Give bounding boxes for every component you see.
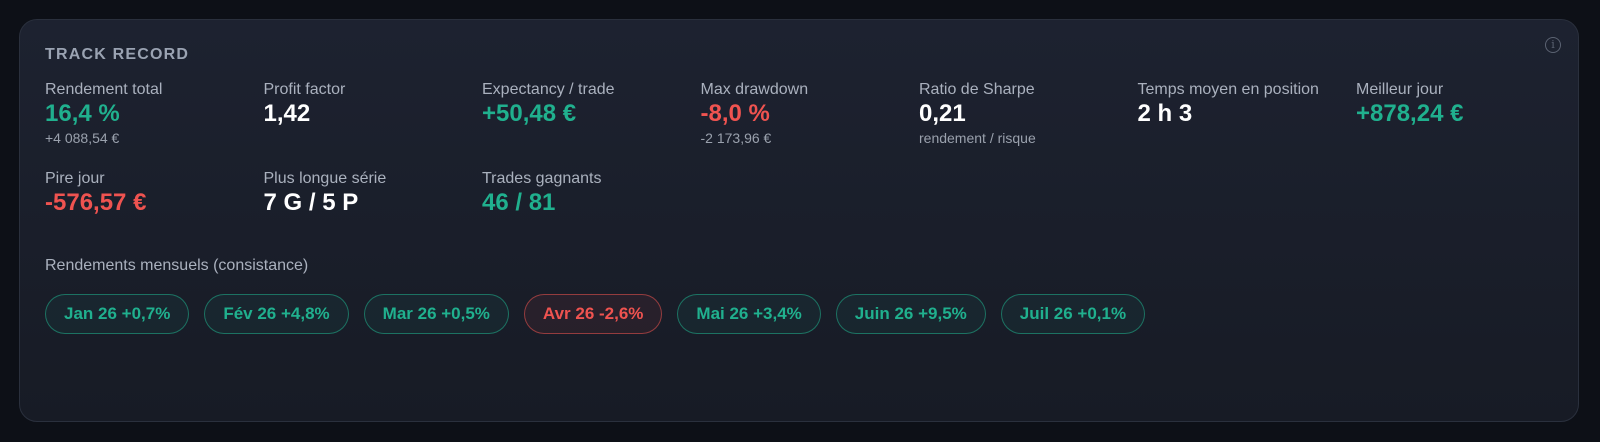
metric-value: 0,21 bbox=[919, 100, 966, 127]
metric-plus-longue-serie: Plus longue série 7 G / 5 P bbox=[264, 170, 483, 259]
metrics-grid: Rendement total 16,4 % +4 088,54 € Profi… bbox=[45, 81, 1575, 259]
metric-label: Ratio de Sharpe bbox=[919, 81, 1035, 98]
metric-label: Profit factor bbox=[263, 81, 346, 98]
metric-sub: rendement / risque bbox=[919, 130, 1036, 146]
metric-value: 1,42 bbox=[263, 100, 311, 127]
card-title: TRACK RECORD bbox=[45, 46, 190, 63]
metric-value: -576,57 € bbox=[45, 189, 147, 216]
metric-sharpe: Ratio de Sharpe 0,21 rendement / risque bbox=[919, 81, 1138, 170]
track-record-card: TRACK RECORD i Rendement total 16,4 % +4… bbox=[19, 19, 1579, 422]
metric-rendement-total: Rendement total 16,4 % +4 088,54 € bbox=[45, 81, 264, 170]
monthly-returns-pills: Jan 26 +0,7% Fév 26 +4,8% Mar 26 +0,5% A… bbox=[45, 294, 1146, 334]
month-pill-juin[interactable]: Juin 26 +9,5% bbox=[835, 294, 986, 334]
month-pill-mar[interactable]: Mar 26 +0,5% bbox=[363, 294, 509, 334]
metric-value: -8,0 % bbox=[700, 100, 770, 127]
metric-value: 7 G / 5 P bbox=[263, 189, 359, 216]
metric-meilleur-jour: Meilleur jour +878,24 € bbox=[1356, 81, 1575, 170]
metric-temps-moyen: Temps moyen en position 2 h 3 bbox=[1138, 81, 1357, 170]
metric-profit-factor: Profit factor 1,42 bbox=[264, 81, 483, 170]
month-pill-avr[interactable]: Avr 26 -2,6% bbox=[523, 294, 663, 334]
metric-label: Max drawdown bbox=[700, 81, 809, 98]
metric-sub: -2 173,96 € bbox=[700, 130, 772, 146]
metric-label: Trades gagnants bbox=[482, 170, 602, 187]
month-pill-mai[interactable]: Mai 26 +3,4% bbox=[677, 294, 821, 334]
metric-label: Pire jour bbox=[45, 170, 105, 187]
month-pill-jan[interactable]: Jan 26 +0,7% bbox=[45, 294, 190, 334]
monthly-returns-label: Rendements mensuels (consistance) bbox=[45, 257, 309, 274]
metric-label: Rendement total bbox=[45, 81, 163, 98]
metric-label: Meilleur jour bbox=[1356, 81, 1444, 98]
metric-expectancy: Expectancy / trade +50,48 € bbox=[482, 81, 701, 170]
metric-pire-jour: Pire jour -576,57 € bbox=[45, 170, 264, 259]
metric-value: +50,48 € bbox=[482, 100, 577, 127]
metric-label: Temps moyen en position bbox=[1137, 81, 1319, 98]
info-icon[interactable]: i bbox=[1545, 37, 1561, 53]
metric-sub: +4 088,54 € bbox=[45, 130, 120, 146]
metric-max-drawdown: Max drawdown -8,0 % -2 173,96 € bbox=[701, 81, 920, 170]
metric-value: 16,4 % bbox=[45, 100, 120, 127]
month-pill-fev[interactable]: Fév 26 +4,8% bbox=[204, 294, 349, 334]
metric-value: +878,24 € bbox=[1356, 100, 1464, 127]
month-pill-juil[interactable]: Juil 26 +0,1% bbox=[1000, 294, 1146, 334]
metric-label: Expectancy / trade bbox=[482, 81, 615, 98]
metric-label: Plus longue série bbox=[263, 170, 387, 187]
metric-value: 46 / 81 bbox=[482, 189, 556, 216]
metric-trades-gagnants: Trades gagnants 46 / 81 bbox=[482, 170, 701, 259]
metric-value: 2 h 3 bbox=[1137, 100, 1193, 127]
